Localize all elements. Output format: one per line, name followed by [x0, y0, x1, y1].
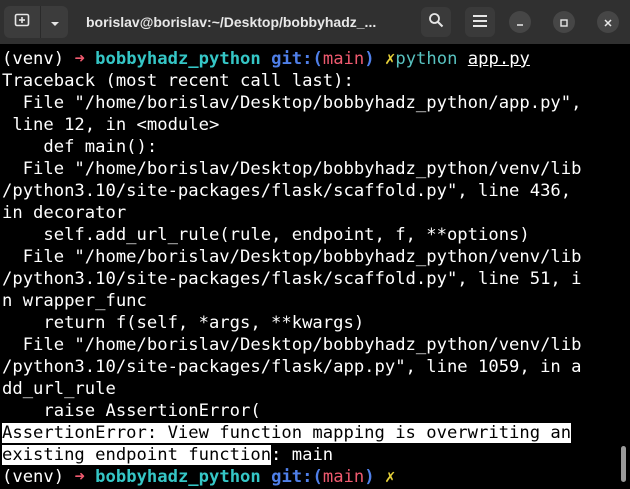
output-line: /python3.10/site-packages/flask/scaffold…: [2, 181, 572, 201]
prompt-git-prefix: git:(: [271, 49, 323, 69]
output-line: line 12, in <module>: [2, 115, 220, 135]
output-line: in decorator: [2, 203, 127, 223]
error-line: existing endpoint function: main: [0, 444, 620, 466]
tab-menu-button[interactable]: [40, 6, 68, 38]
search-button[interactable]: [421, 7, 451, 37]
prompt-dirty-marker: ✗: [384, 49, 396, 69]
prompt-dirty-marker: ✗: [384, 467, 396, 487]
output-line: dd_url_rule: [2, 379, 116, 399]
prompt-directory: bobbyhadz_python: [95, 467, 261, 487]
prompt-venv: (venv): [2, 467, 65, 487]
terminal-output[interactable]: (venv) ➜ bobbyhadz_python git:(main) ✗py…: [0, 48, 620, 489]
error-text: : main: [271, 445, 334, 465]
window-title: borislav@borislav:~/Desktop/bobbyhadz_..…: [86, 14, 377, 30]
terminal-window: borislav@borislav:~/Desktop/bobbyhadz_..…: [0, 0, 630, 489]
output-line: def main():: [2, 137, 158, 157]
prompt-git-suffix: ): [364, 467, 375, 487]
output-line: n wrapper_func: [2, 291, 147, 311]
maximize-icon: [559, 13, 569, 32]
output-line: File "/home/borislav/Desktop/bobbyhadz_p…: [2, 247, 582, 267]
command-argument: app.py: [467, 49, 530, 69]
minimize-button[interactable]: [509, 11, 531, 33]
close-icon: [603, 13, 613, 32]
prompt-branch: main: [322, 467, 365, 487]
chevron-down-icon: [50, 13, 60, 32]
command-name: python: [395, 49, 458, 69]
prompt-line: (venv) ➜ bobbyhadz_python git:(main) ✗py…: [0, 48, 620, 70]
output-line: /python3.10/site-packages/flask/app.py",…: [2, 357, 582, 377]
output-line: File "/home/borislav/Desktop/bobbyhadz_p…: [2, 159, 582, 179]
output-line: File "/home/borislav/Desktop/bobbyhadz_p…: [2, 335, 582, 355]
prompt-git-prefix: git:(: [271, 467, 323, 487]
output-line: raise AssertionError(: [2, 401, 261, 421]
prompt-arrow: ➜: [74, 467, 85, 487]
error-line: AssertionError: View function mapping is…: [0, 422, 620, 444]
prompt-arrow: ➜: [74, 49, 85, 69]
prompt-venv: (venv): [2, 49, 65, 69]
new-tab-button[interactable]: [4, 6, 40, 38]
minimize-icon: [515, 13, 525, 32]
hamburger-menu-icon: [472, 13, 488, 32]
title-bar: borislav@borislav:~/Desktop/bobbyhadz_..…: [0, 0, 630, 44]
selected-error-text: existing endpoint function: [2, 445, 272, 465]
maximize-button[interactable]: [553, 11, 575, 33]
prompt-directory: bobbyhadz_python: [95, 49, 261, 69]
search-icon: [428, 12, 444, 32]
menu-button[interactable]: [465, 7, 495, 37]
scrollbar[interactable]: [621, 446, 626, 482]
prompt-git-suffix: ): [364, 49, 375, 69]
prompt-branch: main: [322, 49, 365, 69]
output-line: return f(self, *args, **kwargs): [2, 313, 365, 333]
prompt-line: (venv) ➜ bobbyhadz_python git:(main) ✗: [0, 466, 620, 488]
new-tab-icon: [14, 12, 30, 32]
output-line: File "/home/borislav/Desktop/bobbyhadz_p…: [2, 93, 582, 113]
selected-error-text: AssertionError: View function mapping is…: [2, 423, 572, 443]
output-line: /python3.10/site-packages/flask/scaffold…: [2, 269, 582, 289]
output-line: Traceback (most recent call last):: [2, 71, 354, 91]
close-button[interactable]: [597, 11, 619, 33]
output-line: self.add_url_rule(rule, endpoint, f, **o…: [2, 225, 530, 245]
